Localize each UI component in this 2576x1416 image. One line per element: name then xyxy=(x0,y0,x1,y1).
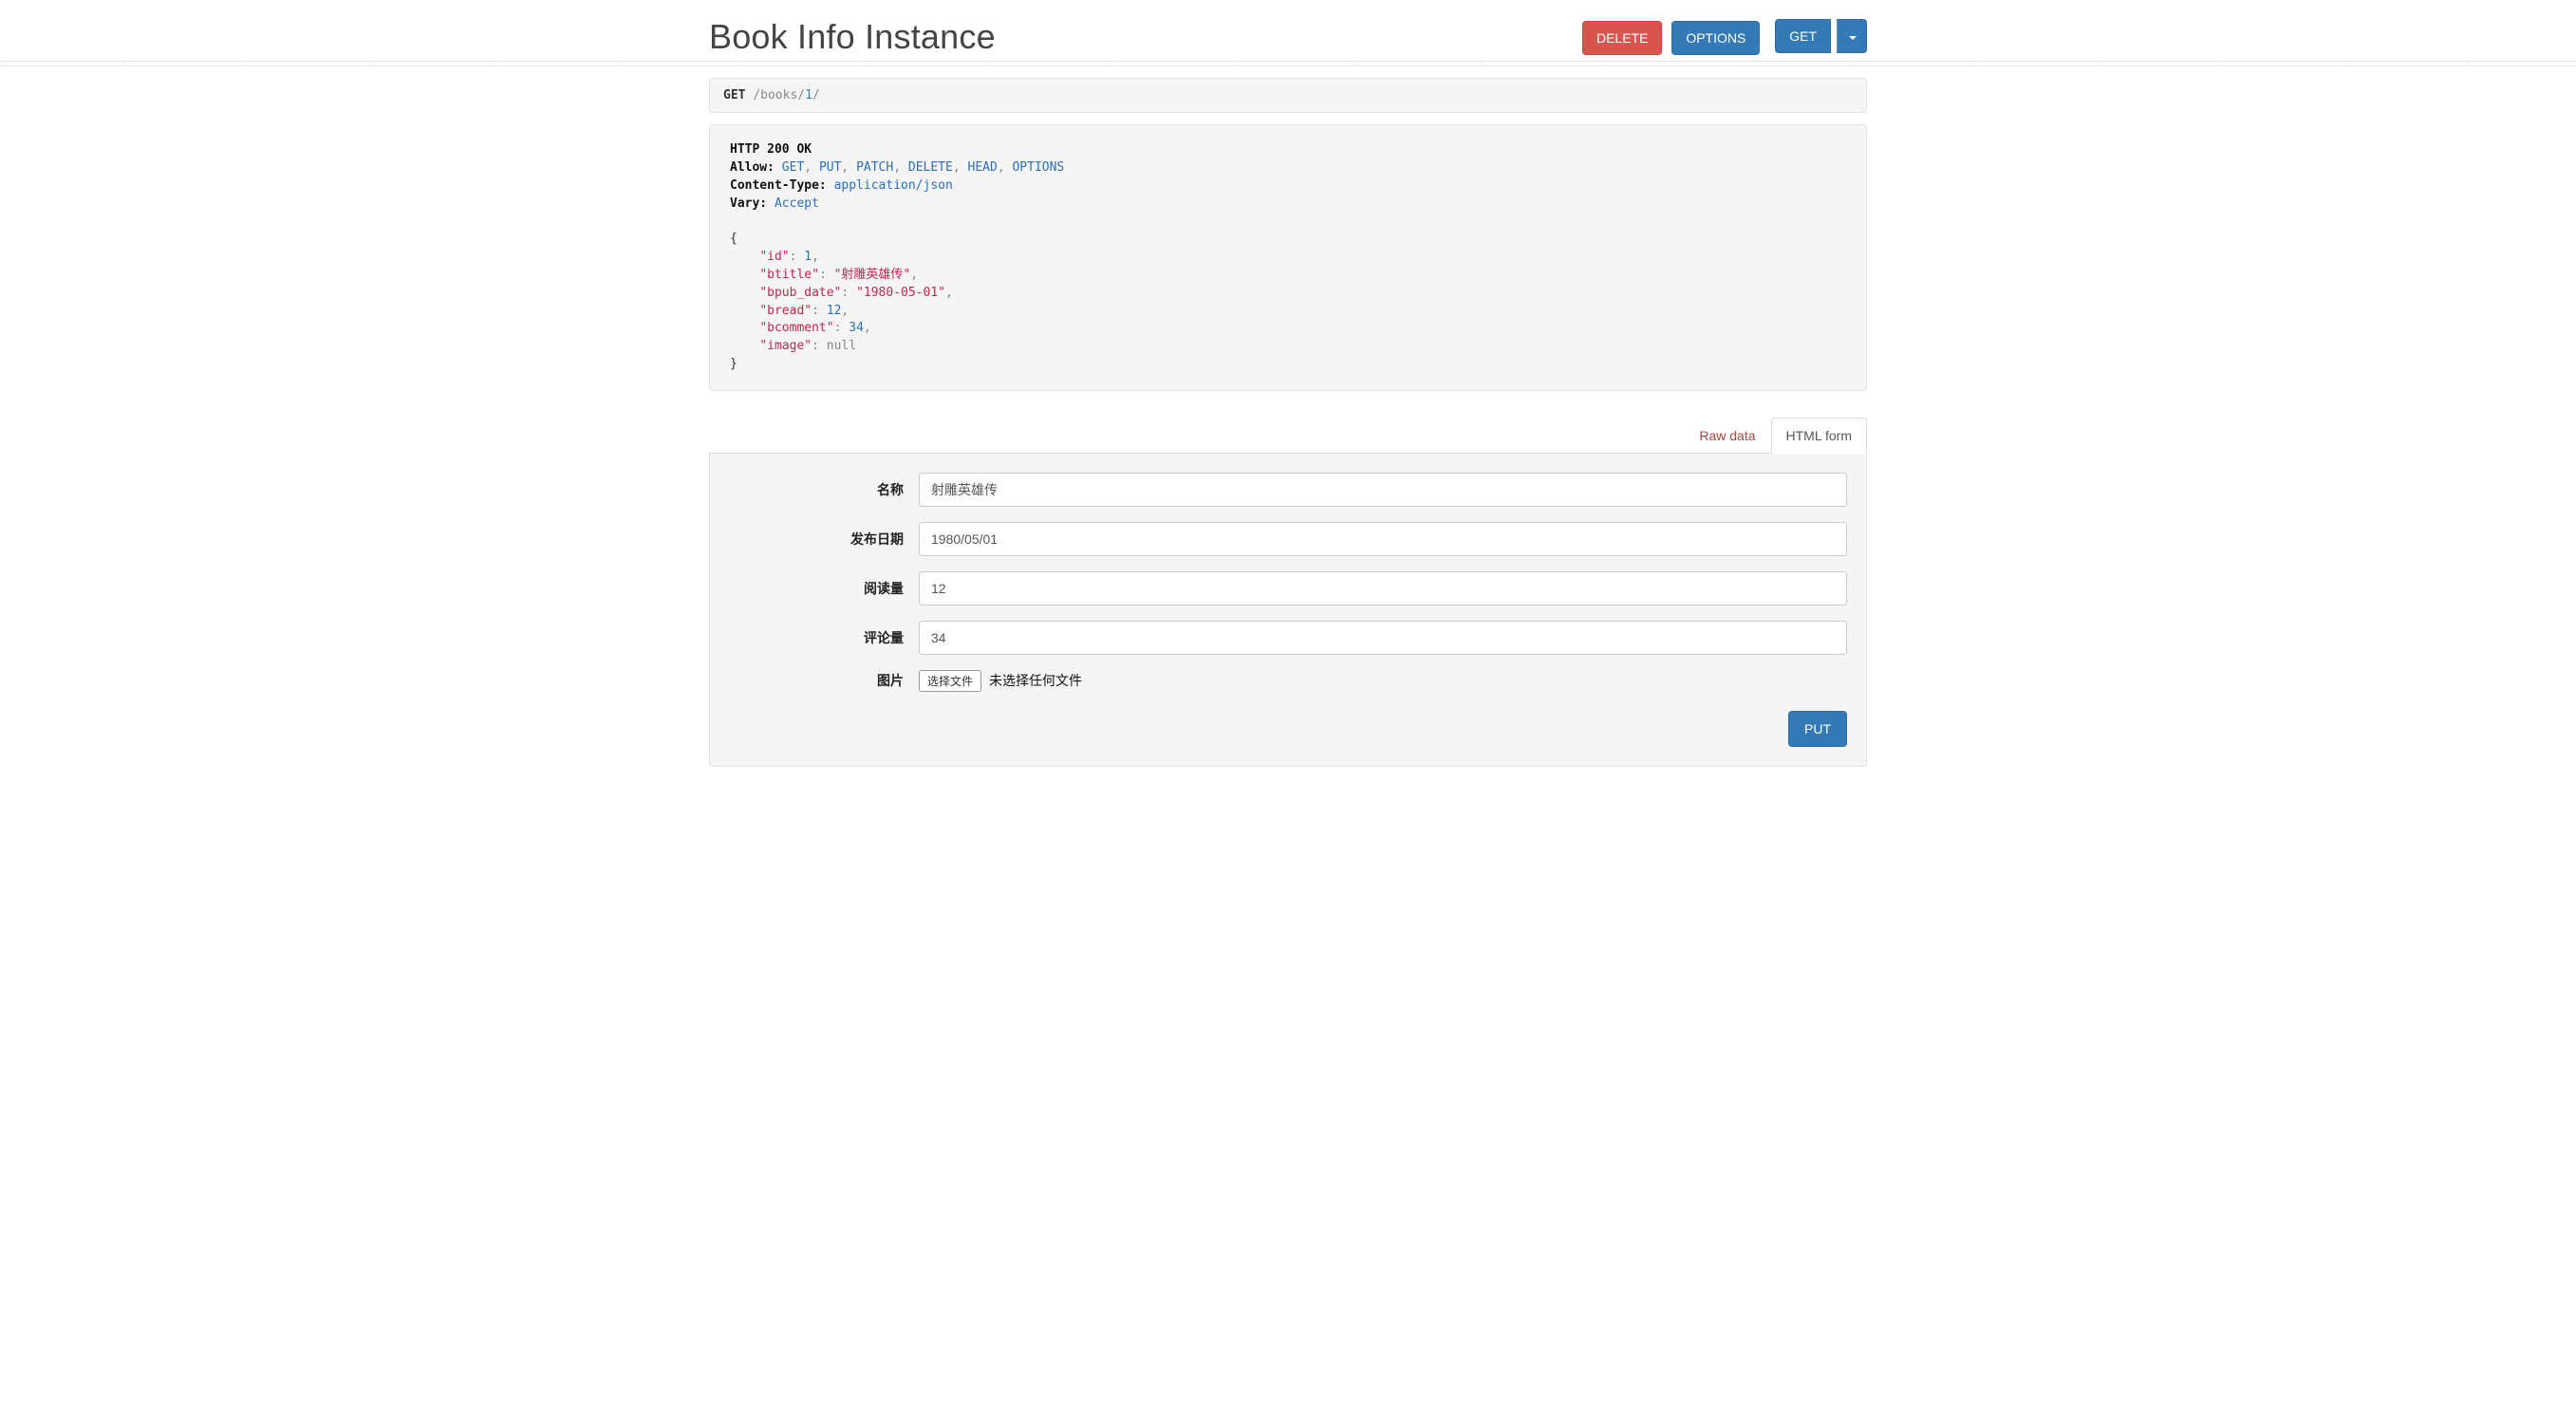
label-bcomment: 评论量 xyxy=(729,628,919,647)
chevron-down-icon xyxy=(1849,36,1857,40)
request-method: GET xyxy=(723,88,745,102)
file-choose-button[interactable]: 选择文件 xyxy=(919,670,981,692)
label-bread: 阅读量 xyxy=(729,579,919,598)
tab-raw-data[interactable]: Raw data xyxy=(1684,418,1770,454)
input-btitle[interactable] xyxy=(919,473,1847,507)
options-button[interactable]: OPTIONS xyxy=(1671,21,1760,55)
put-submit-button[interactable]: PUT xyxy=(1788,711,1847,747)
allow-methods: GET, PUT, PATCH, DELETE, HEAD, OPTIONS xyxy=(782,160,1064,175)
response-preformatted: HTTP 200 OK Allow: GET, PUT, PATCH, DELE… xyxy=(723,135,1853,381)
tab-html-form[interactable]: HTML form xyxy=(1771,418,1867,454)
input-bread[interactable] xyxy=(919,571,1847,606)
label-image: 图片 xyxy=(729,671,919,690)
header-actions: DELETE OPTIONS GET xyxy=(1577,19,1867,54)
page-title: Book Info Instance xyxy=(709,17,996,57)
label-bpubdate: 发布日期 xyxy=(729,530,919,549)
request-path: /books/1/ xyxy=(753,88,819,102)
input-bpubdate[interactable] xyxy=(919,522,1847,556)
get-dropdown-toggle[interactable] xyxy=(1837,19,1867,53)
request-info-panel: GET /books/1/ xyxy=(709,78,1867,113)
response-body-json: { "id": 1, "btitle": "射雕英雄传", "bpub_date… xyxy=(730,232,953,371)
form-tabs-container: Raw data HTML form 名称 发布日期 阅读量 评论量 图片 xyxy=(709,418,1867,767)
delete-button[interactable]: DELETE xyxy=(1582,21,1662,55)
file-status-text: 未选择任何文件 xyxy=(989,671,1082,690)
label-btitle: 名称 xyxy=(729,480,919,499)
nav-tabs: Raw data HTML form xyxy=(709,418,1867,454)
response-info-panel: HTTP 200 OK Allow: GET, PUT, PATCH, DELE… xyxy=(709,124,1867,391)
get-button[interactable]: GET xyxy=(1775,19,1831,53)
html-form-panel: 名称 发布日期 阅读量 评论量 图片 选择文件 未选择任何文件 xyxy=(709,454,1867,767)
input-bcomment[interactable] xyxy=(919,621,1847,655)
page-header: Book Info Instance DELETE OPTIONS GET xyxy=(709,0,1867,66)
